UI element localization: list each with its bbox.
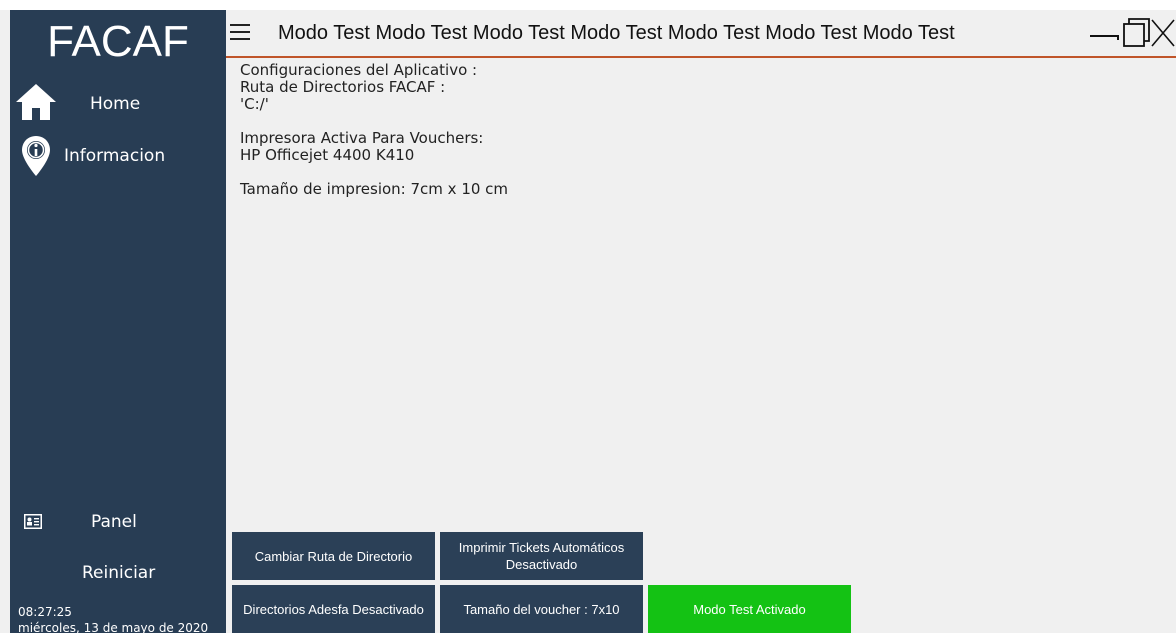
- hamburger-menu-icon[interactable]: [230, 24, 250, 40]
- settings-info: Configuraciones del Aplicativo : Ruta de…: [240, 62, 508, 198]
- header-bar: Modo Test Modo Test Modo Test Modo Test …: [226, 10, 1176, 58]
- maximize-icon[interactable]: [1120, 16, 1154, 54]
- test-mode-button[interactable]: Modo Test Activado: [648, 585, 851, 633]
- settings-heading: Configuraciones del Aplicativo :: [240, 61, 478, 79]
- sidebar-item-label: Informacion: [64, 146, 166, 166]
- adesfa-directories-button[interactable]: Directorios Adesfa Desactivado: [232, 585, 435, 633]
- print-tickets-button[interactable]: Imprimir Tickets Automáticos Desactivado: [440, 532, 643, 580]
- page-title: Modo Test Modo Test Modo Test Modo Test …: [278, 22, 955, 44]
- sidebar-item-label: Home: [90, 94, 141, 114]
- change-directory-button[interactable]: Cambiar Ruta de Directorio: [232, 532, 435, 580]
- voucher-size-button[interactable]: Tamaño del voucher : 7x10: [440, 585, 643, 633]
- title-strip: [0, 0, 1176, 10]
- printer-label: Impresora Activa Para Vouchers:: [240, 129, 484, 147]
- sidebar-item-informacion[interactable]: Informacion: [10, 134, 226, 178]
- directory-label: Ruta de Directorios FACAF :: [240, 78, 446, 96]
- clock-date: miércoles, 13 de mayo de 2020: [18, 621, 209, 633]
- home-icon: [14, 82, 58, 126]
- sidebar-item-label: Reiniciar: [82, 563, 156, 583]
- sidebar-item-label: Panel: [91, 512, 137, 532]
- sidebar-item-reiniciar[interactable]: Reiniciar: [10, 551, 226, 595]
- printer-value: HP Officejet 4400 K410: [240, 146, 415, 164]
- print-size-text: Tamaño de impresion: 7cm x 10 cm: [240, 180, 509, 198]
- sidebar: FACAF Home Informacion Panel Reiniciar 0…: [10, 10, 226, 633]
- directory-value: 'C:/': [240, 95, 269, 113]
- app-window: FACAF Home Informacion Panel Reiniciar 0…: [0, 0, 1176, 633]
- minimize-icon[interactable]: [1088, 16, 1122, 54]
- sidebar-item-home[interactable]: Home: [10, 82, 226, 126]
- clock: 08:27:25 miércoles, 13 de mayo de 2020: [18, 604, 208, 633]
- clock-time: 08:27:25: [18, 605, 72, 619]
- close-icon[interactable]: [1150, 16, 1176, 54]
- info-pin-icon: [20, 134, 52, 182]
- app-brand: FACAF: [47, 17, 189, 66]
- id-card-icon: [24, 514, 42, 533]
- sidebar-item-panel[interactable]: Panel: [10, 500, 226, 544]
